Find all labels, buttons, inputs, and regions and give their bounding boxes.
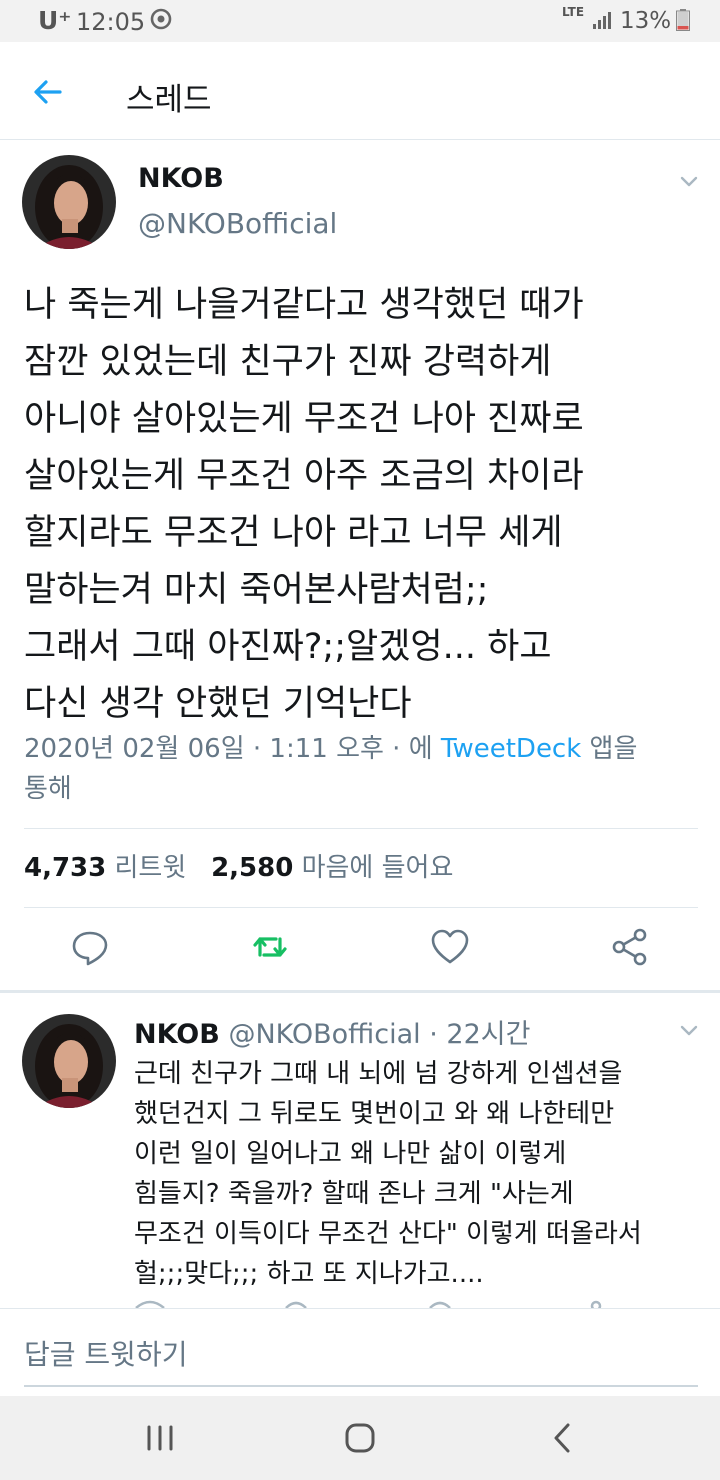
tweet-text-line: 그래서 그때 아진짜?;;알겠엉... 하고 [24,627,552,667]
reply-text-line: 힘들지? 죽을까? 할때 존나 크게 "사는게 [134,1179,574,1209]
timestamp-suffix: 앱을 [581,734,638,764]
sync-icon [150,8,172,30]
tweet-stats: 4,733 리트윗 2,580 마음에 들어요 [24,847,453,884]
network-type: LTE [562,5,585,19]
app-header: 스레드 [0,42,720,140]
page-title: 스레드 [126,82,212,118]
reply-actions-peek [135,1300,602,1308]
likes-count[interactable]: 2,580 [211,853,293,883]
back-nav-icon[interactable] [544,1420,580,1456]
arrow-left-icon[interactable] [30,74,66,110]
reply-text-line: 근데 친구가 그때 내 뇌에 넘 강하게 인셉션을 [134,1059,623,1089]
reply-text-line: 헐;;;맞다;;; 하고 또 지나가고.... [134,1259,484,1289]
tweet-age: · 22시간 [429,1019,531,1050]
reply-text-line: 무조건 이득이다 무조건 산다" 이렇게 떠올라서 [134,1219,642,1249]
thread-separator [0,990,720,993]
tweet-text: 나 죽는게 나을거같다고 생각했던 때가 잠깐 있었는데 친구가 진짜 강력하게… [24,277,704,733]
share-icon[interactable] [610,927,650,967]
tweet-text-line: 할지라도 무조건 나아 라고 너무 세게 [24,513,563,553]
author-name[interactable]: NKOB [138,163,224,194]
heart-icon[interactable] [430,927,470,967]
battery-icon [676,9,690,31]
battery-percent: 13% [620,8,672,34]
retweets-count[interactable]: 4,733 [24,853,106,883]
tweet-text-line: 아니야 살아있는게 무조건 나아 진짜로 [24,399,584,439]
comment-icon[interactable] [70,927,110,967]
reply-text-line: 이런 일이 일어나고 왜 나만 삶이 이렇게 [134,1139,567,1169]
reply-text-line: 했던건지 그 뒤로도 몇번이고 와 왜 나한테만 [134,1099,615,1129]
reply-input-underline [24,1385,698,1387]
author-handle[interactable]: @NKOBofficial [138,207,337,240]
retweets-label[interactable]: 리트윗 [115,853,187,883]
tweet-action-bar [0,927,720,967]
tweet-text-line: 나 죽는게 나을거같다고 생각했던 때가 [24,285,584,325]
reply-header: NKOB @NKOBofficial · 22시간 [134,1012,530,1051]
timestamp-text: 2020년 02월 06일 · 1:11 오후 · 에 [24,734,441,764]
tweet-timestamp: 2020년 02월 06일 · 1:11 오후 · 에 TweetDeck 앱을… [24,729,704,809]
carrier-label: U⁺ [38,6,72,35]
reply-text: 근데 친구가 그때 내 뇌에 넘 강하게 인셉션을 했던건지 그 뒤로도 몇번이… [134,1054,714,1294]
system-nav-bar [0,1396,720,1480]
tweet-text-line: 잠깐 있었는데 친구가 진짜 강력하게 [24,342,552,382]
status-bar: U⁺ 12:05 LTE 13% [0,0,720,42]
chevron-down-icon[interactable] [677,1018,701,1042]
retweet-icon[interactable] [250,927,290,967]
avatar[interactable] [22,155,116,249]
tweet-text-line: 살아있는게 무조건 아주 조금의 차이라 [24,456,584,496]
author-name[interactable]: NKOB [134,1019,220,1050]
tweet-text-line: 말하는겨 마치 죽어본사람처럼;; [24,570,489,610]
divider [24,828,698,829]
divider [24,907,698,908]
chevron-down-icon[interactable] [677,169,701,193]
reply-tweet[interactable]: NKOB @NKOBofficial · 22시간 근데 친구가 그때 내 뇌에… [0,1002,720,1308]
home-icon[interactable] [342,1420,378,1456]
recent-apps-icon[interactable] [142,1420,178,1456]
author-handle[interactable]: @NKOBofficial [228,1019,420,1050]
status-time: 12:05 [76,8,146,36]
reply-input[interactable]: 답글 트윗하기 [24,1333,187,1373]
avatar[interactable] [22,1014,116,1108]
signal-icon [593,12,611,29]
source-link[interactable]: TweetDeck [441,734,581,764]
likes-label[interactable]: 마음에 들어요 [302,853,454,883]
tweet-text-line: 다신 생각 안했던 기억난다 [24,684,412,724]
timestamp-line2: 통해 [24,774,72,804]
reply-composer[interactable]: 답글 트윗하기 [0,1308,720,1396]
